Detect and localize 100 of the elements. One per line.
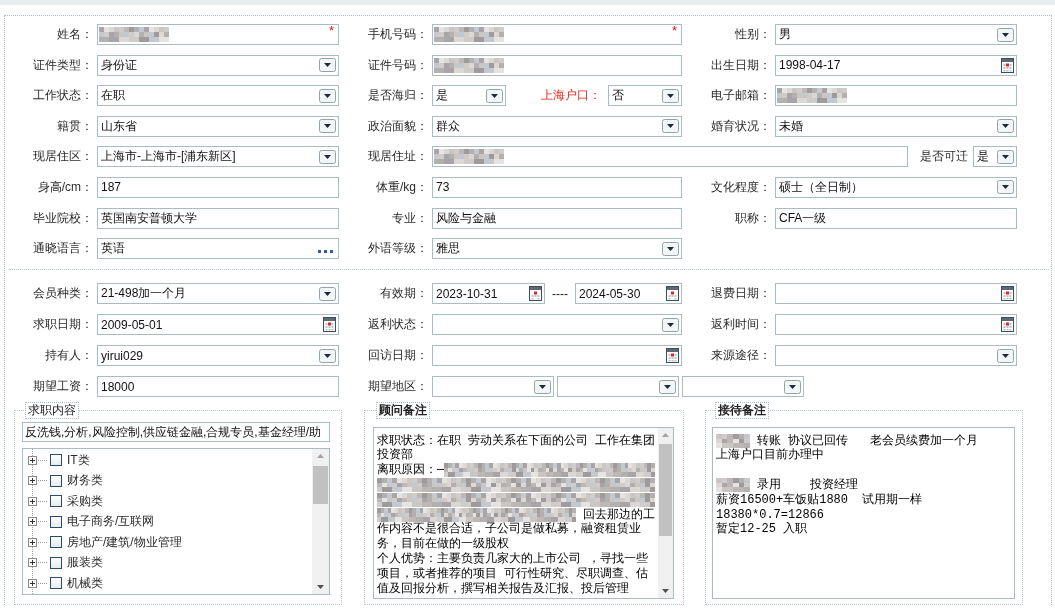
caret-icon	[997, 119, 1014, 134]
field-label: 职称：	[735, 210, 771, 226]
note-text: 个人优势：主要负责几家大的上市公司 ，寻找一些	[377, 551, 649, 566]
field-label: 返利状态：	[368, 317, 428, 333]
dropdown-field[interactable]	[432, 376, 554, 398]
scrollbar-thumb[interactable]	[659, 444, 672, 537]
scrollbar[interactable]	[658, 428, 673, 599]
date-field[interactable]: 1998-04-17	[775, 54, 1017, 76]
text-area[interactable]: 求职状态：在职 劳动关系在下面的公司 工作在集团 投资部 离职原因：— 回去那边的工 作内容不是很合适，子公司是做私募，融资租赁业 务，目前在做的一级股权 个人优势：主要负责几家大的上市公司 ，寻找一些 项目，或者推荐的项目 可行性研究、尽职调查、估 值及回报分析，撰写相关报告及汇报、投后管理	[373, 427, 674, 600]
field-label: 是否海归：	[368, 88, 428, 104]
scrollbar-thumb[interactable]	[313, 466, 328, 505]
date-field[interactable]: 2009-05-01	[97, 314, 339, 336]
note-text: 上海户口目前办理中	[716, 448, 824, 463]
expand-icon[interactable]	[28, 517, 37, 527]
dropdown-field[interactable]	[682, 376, 804, 398]
text-field[interactable]: CFA一级	[775, 207, 1017, 229]
dropdown-field[interactable]	[557, 376, 679, 398]
text-field[interactable]: 187	[97, 176, 339, 198]
field-label: 婚育状况：	[711, 118, 771, 134]
lookup-field[interactable]: 英语	[97, 238, 339, 260]
field-label: 会员种类：	[33, 286, 93, 302]
date-field[interactable]	[775, 314, 1017, 336]
caret-icon	[659, 379, 676, 394]
note-text: 值及回报分析，撰写相关报告及汇报、投后管理	[377, 581, 629, 596]
text-field[interactable]: *	[97, 24, 339, 45]
dropdown-field[interactable]: 上海市-上海市-[浦东新区]	[97, 146, 339, 168]
dropdown-field[interactable]: yirui029	[97, 345, 339, 367]
text-field[interactable]	[432, 54, 682, 76]
expand-icon[interactable]	[28, 578, 37, 588]
checkbox[interactable]	[50, 577, 62, 590]
field-label: 姓名：	[57, 27, 93, 42]
checkbox[interactable]	[50, 515, 62, 528]
expand-icon[interactable]	[28, 455, 37, 465]
more-icon	[318, 250, 333, 254]
field-label: 性别：	[735, 27, 771, 42]
required-mark: *	[671, 25, 677, 37]
dropdown-field[interactable]: 是	[432, 85, 506, 107]
checkbox[interactable]	[50, 474, 62, 487]
dropdown-field[interactable]: 群众	[432, 115, 682, 137]
expand-icon[interactable]	[28, 558, 37, 568]
scrollbar[interactable]	[312, 449, 329, 595]
checkbox[interactable]	[50, 536, 62, 549]
text-field[interactable]	[432, 146, 908, 168]
text-field[interactable]: *	[432, 24, 682, 45]
dropdown-field[interactable]: 否	[608, 85, 682, 107]
redacted-block	[716, 433, 750, 448]
field-label: 有效期：	[380, 286, 428, 302]
tree-item[interactable]: 财务类	[67, 472, 103, 490]
field-label: 文化程度：	[711, 179, 771, 195]
tree-item[interactable]: 电子商务/互联网	[67, 513, 155, 531]
note-text: 投资部	[377, 448, 413, 463]
expand-icon[interactable]	[28, 476, 37, 486]
dropdown-field[interactable]: 山东省	[97, 115, 339, 137]
tree-item[interactable]: 房地产/建筑/物业管理	[67, 533, 182, 551]
caret-icon	[319, 149, 336, 164]
text-field[interactable]: 18000	[97, 376, 339, 398]
text-field[interactable]: 73	[432, 176, 682, 198]
field-label: 现居住区：	[33, 149, 93, 165]
text-area[interactable]: 转账 协议已回传 老会员续费加一个月 上海户口目前办理中 录用 投资经理 薪资16500+车饭贴1880 试用期一样 18380*0.7=12866 暂定12-25 入职	[712, 427, 1015, 600]
dropdown-field[interactable]	[432, 314, 682, 336]
calendar-icon	[1001, 286, 1014, 302]
dropdown-field[interactable]	[775, 345, 1017, 367]
dropdown-field[interactable]: 硕士（全日制）	[775, 176, 1017, 198]
field-label: 体重/kg：	[376, 179, 428, 195]
dropdown-field[interactable]: 是	[973, 146, 1017, 168]
field-label: 持有人：	[45, 348, 93, 364]
dropdown-field[interactable]: 身份证	[97, 54, 339, 76]
tree-item[interactable]: 服装类	[67, 554, 103, 572]
field-label: 证件类型：	[33, 57, 93, 73]
range-separator: ----	[552, 286, 568, 301]
dropdown-field[interactable]: 21-498加一个月	[97, 283, 339, 305]
date-field[interactable]: 2023-10-31	[432, 283, 545, 305]
caret-icon	[997, 348, 1014, 363]
tree-item[interactable]: 采购类	[67, 492, 103, 510]
date-field[interactable]	[432, 345, 682, 367]
field-label: 返利时间：	[711, 317, 771, 333]
text-field[interactable]: 风险与金融	[432, 207, 682, 229]
text-field[interactable]: 英国南安普顿大学	[97, 207, 339, 229]
text-field[interactable]: 反洗钱,分析,风险控制,供应链金融,合规专员,基金经理/助	[22, 422, 330, 443]
text-field[interactable]	[775, 85, 1017, 107]
caret-icon	[319, 58, 336, 73]
dropdown-field[interactable]: 未婚	[775, 115, 1017, 137]
date-field[interactable]: 2024-05-30	[575, 283, 682, 305]
field-label: 求职日期：	[33, 317, 93, 333]
expand-icon[interactable]	[28, 537, 37, 547]
tree-item[interactable]: IT类	[67, 451, 90, 469]
dropdown-field[interactable]: 男	[775, 24, 1017, 45]
checkbox[interactable]	[50, 495, 62, 508]
tree-item[interactable]: 机械类	[67, 574, 103, 592]
field-label: 退费日期：	[711, 286, 771, 302]
note-text: 暂定12-25 入职	[716, 522, 808, 537]
dropdown-field[interactable]: 雅思	[432, 238, 682, 260]
calendar-icon	[529, 286, 542, 302]
field-label: 期望地区：	[368, 379, 428, 395]
checkbox[interactable]	[50, 556, 62, 569]
date-field[interactable]	[775, 283, 1017, 305]
field-label: 外语等级：	[368, 241, 428, 257]
checkbox[interactable]	[50, 454, 62, 467]
dropdown-field[interactable]: 在职	[97, 85, 339, 107]
expand-icon[interactable]	[28, 496, 37, 506]
